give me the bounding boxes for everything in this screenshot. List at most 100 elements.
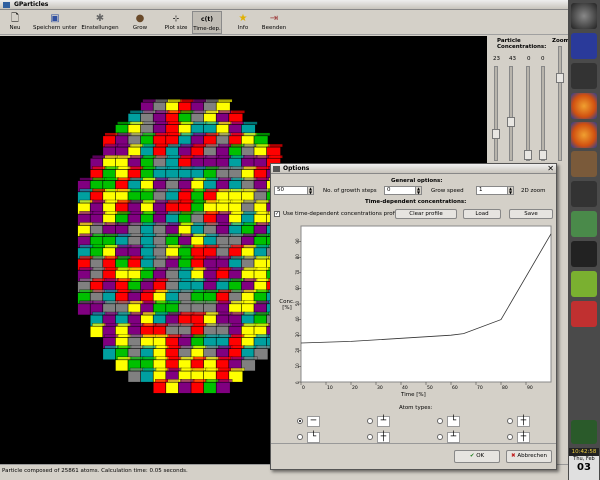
new-button[interactable]: 🗋 Neu (2, 11, 28, 34)
cube-top (180, 300, 195, 304)
x-tick-label: 40 (402, 385, 408, 391)
save-button[interactable]: Save (509, 209, 553, 219)
cube-top (205, 121, 220, 125)
spin-arrows-icon[interactable]: ▲ ▼ (307, 187, 313, 194)
slider-thumb[interactable] (539, 150, 547, 160)
atom-type-glyph-icon[interactable]: ┼ (517, 432, 530, 443)
time-dep-heading: Time-dependent concentrations: (365, 199, 467, 205)
cube-top (104, 143, 120, 148)
conc-slider-2[interactable] (507, 66, 515, 161)
cube-top (142, 233, 157, 237)
cube-top (255, 132, 271, 137)
info-icon: ★ (238, 13, 248, 24)
atom-type-radio[interactable] (507, 434, 513, 440)
info-button[interactable]: ★ Info (233, 11, 253, 34)
use-profile-checkbox[interactable]: ✓ (274, 211, 280, 217)
dialog-title-bar[interactable]: Options ✕ (271, 164, 556, 174)
cube-top (154, 222, 170, 226)
cube-top (154, 199, 170, 204)
cube-top (180, 110, 195, 114)
close-icon[interactable]: ✕ (547, 164, 554, 174)
ok-button[interactable]: ✔ OK (454, 450, 500, 463)
firefox-icon[interactable] (571, 122, 597, 148)
cube-top (192, 244, 208, 249)
cube-icon[interactable] (571, 33, 597, 59)
atom-type-radio[interactable] (367, 418, 373, 424)
slider-thumb[interactable] (507, 117, 515, 127)
cube-top (142, 121, 157, 125)
save-as-button[interactable]: ▣ Speichern unter (31, 11, 79, 34)
atom-type-radio[interactable] (297, 418, 303, 424)
film-icon[interactable] (571, 241, 597, 267)
cube-top (230, 177, 246, 181)
camera-icon[interactable] (571, 181, 597, 207)
cube-top (255, 222, 271, 226)
cube-top (243, 356, 258, 360)
cube-top (129, 177, 145, 181)
load-button[interactable]: Load (463, 209, 501, 219)
conc-value-3: 0 (527, 56, 531, 62)
network-icon[interactable] (571, 211, 597, 237)
conc-slider-1[interactable] (492, 66, 500, 161)
cube-top (117, 121, 132, 125)
slider-thumb[interactable] (492, 129, 500, 139)
atom-type-glyph-icon[interactable]: └ (307, 432, 320, 443)
slider-thumb[interactable] (556, 73, 564, 83)
conc-slider-3[interactable] (524, 66, 532, 161)
exit-button[interactable]: ⇥ Beenden (260, 11, 288, 34)
atom-type-glyph-icon[interactable]: ┴ (447, 432, 460, 443)
conc-slider-4[interactable] (539, 66, 547, 161)
atom-type-glyph-icon[interactable]: └ (447, 416, 460, 427)
grow-button[interactable]: ● Grow (128, 11, 152, 34)
cube-top (79, 266, 94, 271)
cancel-button[interactable]: ✖ Abbrechen (506, 450, 552, 463)
clear-profile-button[interactable]: Clear profile (395, 209, 457, 219)
zoom-slider[interactable] (556, 46, 564, 161)
cube-top (154, 110, 170, 114)
cube-face (152, 381, 168, 394)
cube-top (268, 154, 283, 159)
presentation-icon[interactable] (571, 301, 597, 327)
gnu-icon[interactable] (571, 151, 597, 177)
time-dep-button[interactable]: c(t) Time-dep. (192, 11, 222, 34)
slider-thumb[interactable] (524, 150, 532, 160)
cube-top (255, 166, 271, 170)
growth-steps-value: 50 (277, 187, 284, 193)
spreadsheet-icon[interactable] (571, 271, 597, 297)
atom-type-glyph-icon[interactable]: ┼ (377, 432, 390, 443)
cube-top (180, 132, 195, 137)
grow-speed-value: 1 (479, 187, 483, 193)
atom-type-radio[interactable] (507, 418, 513, 424)
atom-type-glyph-icon[interactable]: ─ (307, 416, 320, 427)
concentration-profile-chart[interactable]: 0 10 20 30 40 50 60 70 80 90 0 10 20 30 40 50 60 70 80 90 (295, 222, 557, 394)
atom-type-glyph-icon[interactable]: ┴ (377, 416, 390, 427)
tools-icon[interactable] (571, 63, 597, 89)
atom-type-radio[interactable] (437, 418, 443, 424)
window-title: GParticles (14, 1, 49, 8)
plot-size-button[interactable]: ⊹ Plot size (162, 11, 190, 34)
cube-top (243, 311, 258, 316)
atom-type-glyph-icon[interactable]: ┼ (517, 416, 530, 427)
cube-top (91, 323, 107, 327)
cube-top (180, 121, 195, 125)
grow-speed-spinner[interactable]: 1 ▲ ▼ (476, 186, 514, 195)
atom-type-radio[interactable] (437, 434, 443, 440)
x-tick-label: 10 (327, 385, 333, 391)
cube-top (205, 177, 220, 181)
cube-top (79, 199, 94, 204)
power-icon[interactable] (571, 3, 597, 29)
settings-button[interactable]: ✱ Einstellungen (80, 11, 120, 34)
cube-top (79, 177, 94, 181)
firefox-icon[interactable] (571, 93, 597, 119)
title-bar[interactable]: GParticles (0, 0, 568, 10)
cube-top (104, 289, 120, 293)
cube-top (91, 255, 107, 260)
cube-top (192, 300, 208, 304)
atom-type-radio[interactable] (297, 434, 303, 440)
init-spinner[interactable]: 0 ▲ ▼ (384, 186, 422, 195)
spin-arrows-icon[interactable]: ▲ ▼ (415, 187, 421, 194)
spin-arrows-icon[interactable]: ▲ ▼ (507, 187, 513, 194)
cube-top (117, 278, 132, 282)
atom-type-radio[interactable] (367, 434, 373, 440)
growth-steps-spinner[interactable]: 50 ▲ ▼ (274, 186, 314, 195)
